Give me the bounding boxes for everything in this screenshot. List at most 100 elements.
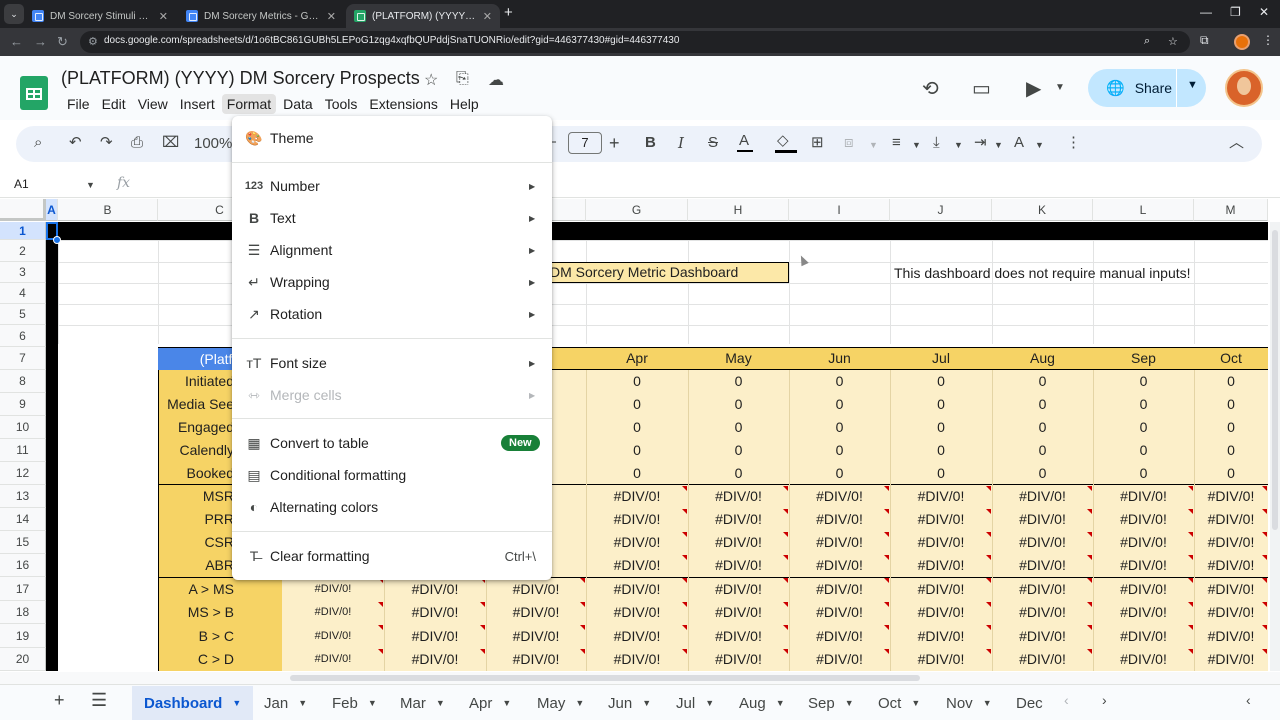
wrap-dropdown-icon[interactable]: ▼ bbox=[994, 136, 1003, 154]
scroll-tabs-right-icon[interactable]: › bbox=[1102, 692, 1107, 708]
value-cell[interactable]: 0 bbox=[1093, 462, 1194, 485]
value-cell[interactable]: #DIV/0! bbox=[282, 624, 384, 648]
cloud-saved-icon[interactable]: ☁ bbox=[488, 70, 504, 90]
omnibox[interactable]: ⚙ docs.google.com/spreadsheets/d/1o6tBC8… bbox=[80, 31, 1190, 53]
value-cell[interactable]: #DIV/0! bbox=[282, 577, 384, 601]
format-menu-number[interactable]: 123 Number ▶ bbox=[232, 170, 552, 202]
value-cell[interactable]: #DIV/0! bbox=[688, 624, 789, 648]
borders-icon[interactable]: ⊞ bbox=[811, 134, 824, 152]
format-menu-font-size[interactable]: тT Font size ▶ bbox=[232, 347, 552, 379]
value-cell[interactable]: #DIV/0! bbox=[1093, 624, 1194, 648]
value-cell[interactable]: #DIV/0! bbox=[992, 554, 1093, 577]
url-text[interactable]: docs.google.com/spreadsheets/d/1o6tBC861… bbox=[104, 35, 679, 46]
value-cell[interactable]: 0 bbox=[890, 370, 992, 393]
value-cell[interactable]: #DIV/0! bbox=[586, 485, 688, 508]
value-cell[interactable]: #DIV/0! bbox=[384, 577, 486, 601]
bold-button[interactable]: B bbox=[645, 134, 656, 152]
row-header-10[interactable]: 10 bbox=[0, 416, 46, 439]
format-menu-alternating-colors[interactable]: ◐ Alternating colors bbox=[232, 491, 552, 523]
value-cell[interactable]: 0 bbox=[992, 462, 1093, 485]
column-header-b[interactable]: B bbox=[58, 199, 158, 221]
sheet-tab-jun[interactable]: Jun ▼ bbox=[608, 686, 651, 720]
sheet-tab-nov[interactable]: Nov ▼ bbox=[946, 686, 992, 720]
value-cell[interactable]: 0 bbox=[890, 393, 992, 416]
menu-insert[interactable]: Insert bbox=[175, 94, 220, 114]
sheet-tab-sep[interactable]: Sep ▼ bbox=[808, 686, 854, 720]
value-cell[interactable]: 0 bbox=[789, 393, 890, 416]
value-cell[interactable]: #DIV/0! bbox=[1093, 648, 1194, 671]
value-cell[interactable]: #DIV/0! bbox=[992, 508, 1093, 531]
row-header-6[interactable]: 6 bbox=[0, 325, 46, 347]
metric-row-label[interactable]: MS > B bbox=[158, 601, 282, 624]
row-header-14[interactable]: 14 bbox=[0, 508, 46, 531]
meet-dropdown-icon[interactable]: ▼ bbox=[1055, 82, 1065, 93]
value-cell[interactable]: 0 bbox=[789, 439, 890, 462]
value-cell[interactable]: 0 bbox=[586, 416, 688, 439]
browser-menu-icon[interactable]: ⋮ bbox=[1262, 33, 1274, 47]
value-cell[interactable]: #DIV/0! bbox=[1194, 624, 1268, 648]
value-cell[interactable]: #DIV/0! bbox=[586, 554, 688, 577]
value-cell[interactable]: #DIV/0! bbox=[688, 485, 789, 508]
value-cell[interactable]: 0 bbox=[1194, 439, 1268, 462]
value-cell[interactable]: #DIV/0! bbox=[486, 601, 586, 624]
value-cell[interactable]: 0 bbox=[1194, 370, 1268, 393]
sheet-tab-dec[interactable]: Dec bbox=[1016, 686, 1043, 720]
sheet-tab-menu-icon[interactable]: ▼ bbox=[368, 698, 377, 708]
all-sheets-icon[interactable]: ☰ bbox=[91, 690, 107, 711]
sheets-logo-icon[interactable] bbox=[20, 76, 48, 110]
text-color-button[interactable]: A bbox=[739, 132, 749, 150]
format-menu-text[interactable]: B Text ▶ bbox=[232, 202, 552, 234]
value-cell[interactable]: 0 bbox=[789, 416, 890, 439]
format-menu-convert-to-table[interactable]: ▦ Convert to table New bbox=[232, 427, 552, 459]
value-cell[interactable]: #DIV/0! bbox=[384, 601, 486, 624]
value-cell[interactable]: #DIV/0! bbox=[789, 554, 890, 577]
row-header-9[interactable]: 9 bbox=[0, 393, 46, 416]
document-title[interactable]: (PLATFORM) (YYYY) DM Sorcery Prospects bbox=[61, 68, 420, 89]
dashboard-note[interactable]: This dashboard does not require manual i… bbox=[894, 265, 1191, 281]
value-cell[interactable]: #DIV/0! bbox=[1093, 531, 1194, 554]
row-header-15[interactable]: 15 bbox=[0, 531, 46, 554]
menu-extensions[interactable]: Extensions bbox=[364, 94, 442, 114]
value-cell[interactable]: #DIV/0! bbox=[1194, 648, 1268, 671]
sheet-tab-feb[interactable]: Feb ▼ bbox=[332, 686, 377, 720]
month-header-may[interactable]: May bbox=[688, 347, 789, 370]
add-sheet-icon[interactable]: + bbox=[54, 690, 65, 711]
row-header-12[interactable]: 12 bbox=[0, 462, 46, 485]
value-cell[interactable]: #DIV/0! bbox=[992, 485, 1093, 508]
value-cell[interactable]: #DIV/0! bbox=[890, 577, 992, 601]
column-header-i[interactable]: I bbox=[789, 199, 890, 221]
value-cell[interactable]: 0 bbox=[688, 439, 789, 462]
horizontal-scrollbar[interactable] bbox=[0, 672, 1280, 684]
column-header-g[interactable]: G bbox=[586, 199, 688, 221]
value-cell[interactable]: #DIV/0! bbox=[586, 648, 688, 671]
value-cell[interactable]: #DIV/0! bbox=[586, 531, 688, 554]
value-cell[interactable]: #DIV/0! bbox=[789, 648, 890, 671]
bookmark-star-icon[interactable]: ☆ bbox=[1168, 35, 1178, 48]
sheet-tab-jul[interactable]: Jul ▼ bbox=[676, 686, 714, 720]
value-cell[interactable]: #DIV/0! bbox=[1194, 485, 1268, 508]
vertical-align-icon[interactable]: ⤓ bbox=[933, 134, 940, 152]
version-history-icon[interactable]: ⟲ bbox=[922, 76, 939, 101]
value-cell[interactable]: #DIV/0! bbox=[992, 531, 1093, 554]
browser-tab[interactable]: (PLATFORM) (YYYY) DM Sorcer ✕ bbox=[346, 4, 500, 28]
value-cell[interactable]: #DIV/0! bbox=[992, 624, 1093, 648]
font-size-input[interactable]: 7 bbox=[568, 132, 602, 154]
share-button[interactable]: 🌐 Share ▼ bbox=[1088, 69, 1206, 107]
new-tab-icon[interactable]: + bbox=[504, 4, 513, 21]
value-cell[interactable]: 0 bbox=[1194, 393, 1268, 416]
dashboard-title-cell[interactable]: DM Sorcery Metric Dashboard bbox=[545, 262, 789, 283]
value-cell[interactable]: #DIV/0! bbox=[1093, 577, 1194, 601]
fill-handle[interactable] bbox=[53, 236, 61, 244]
sheet-tab-menu-icon[interactable]: ▼ bbox=[983, 698, 992, 708]
value-cell[interactable]: 0 bbox=[688, 462, 789, 485]
text-wrapping-icon[interactable]: ⇥ bbox=[974, 134, 987, 152]
month-header-apr[interactable]: Apr bbox=[586, 347, 688, 370]
sheet-tab-menu-icon[interactable]: ▼ bbox=[502, 698, 511, 708]
close-tab-icon[interactable]: ✕ bbox=[483, 10, 492, 23]
value-cell[interactable]: #DIV/0! bbox=[688, 554, 789, 577]
value-cell[interactable]: #DIV/0! bbox=[1093, 485, 1194, 508]
sheet-tab-apr[interactable]: Apr ▼ bbox=[469, 686, 511, 720]
value-cell[interactable]: 0 bbox=[688, 393, 789, 416]
format-menu-conditional-formatting[interactable]: ▤ Conditional formatting bbox=[232, 459, 552, 491]
paint-format-icon[interactable]: ⌧ bbox=[162, 134, 179, 152]
